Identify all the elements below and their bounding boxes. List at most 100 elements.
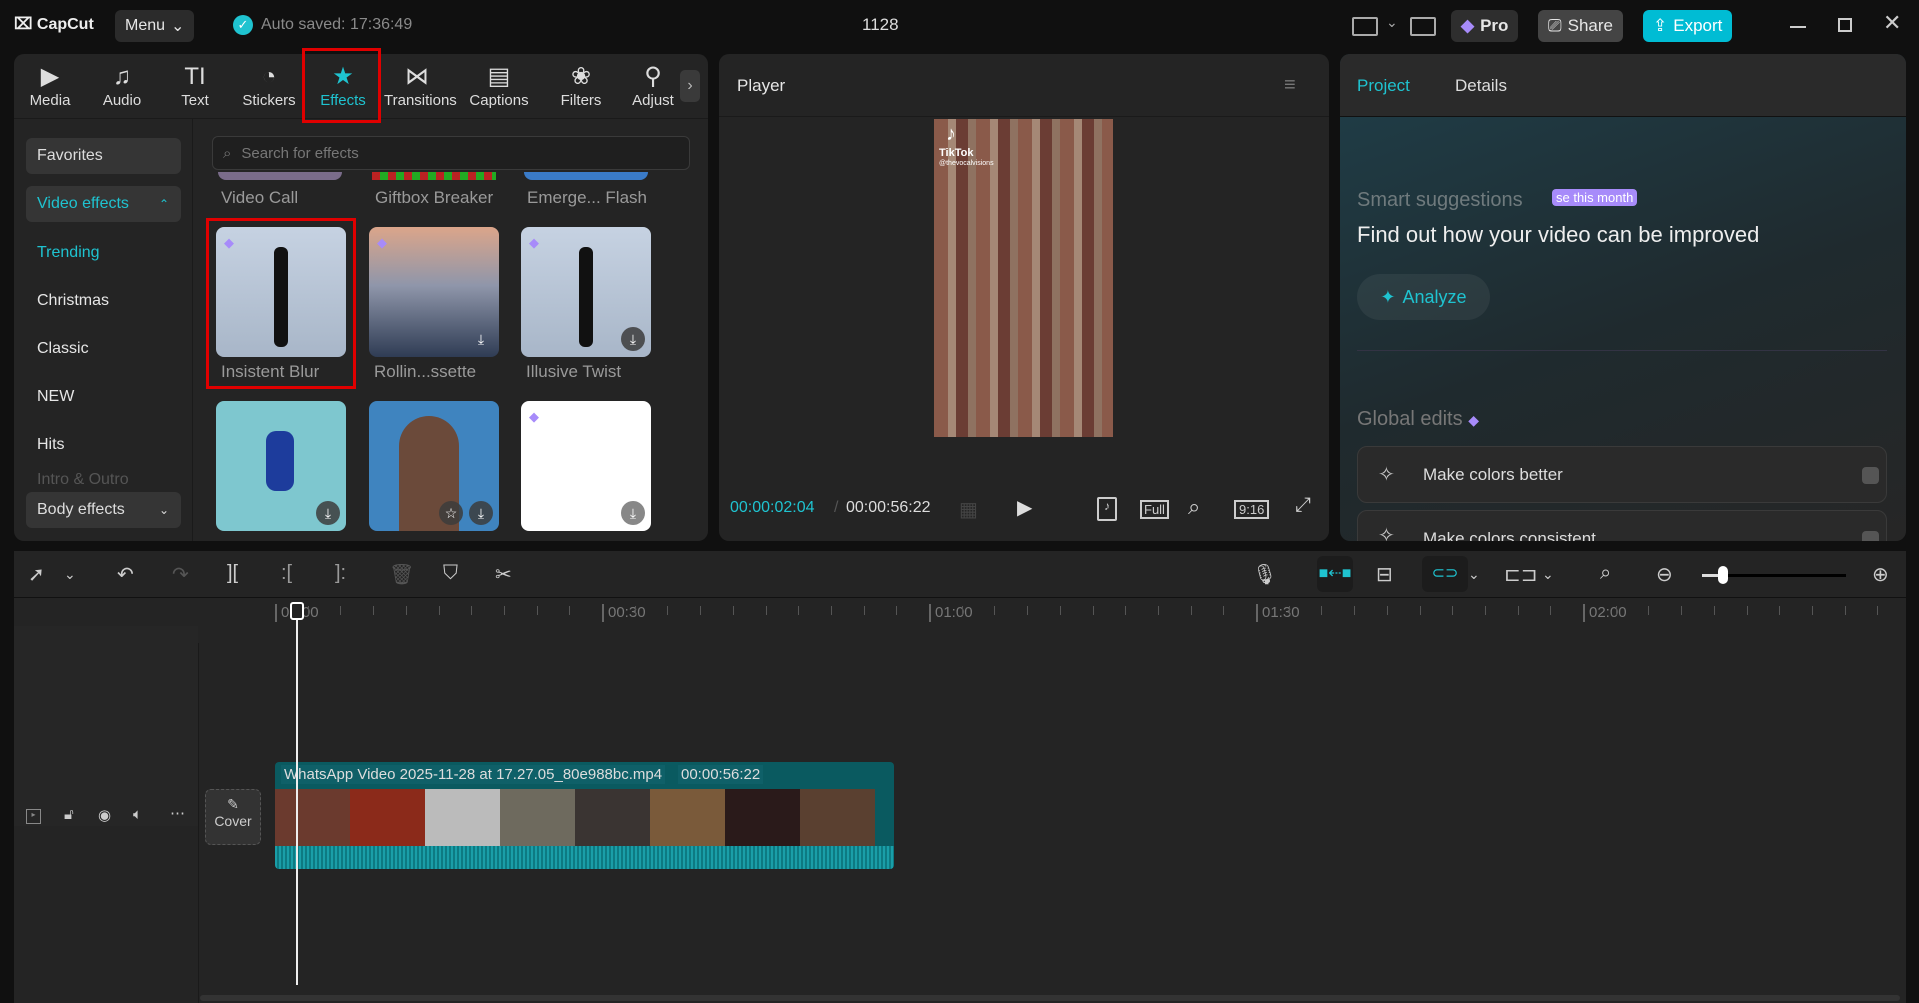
ruler-tick [1747,606,1748,615]
volume-icon[interactable]: 🔈︎ [133,806,142,823]
horizontal-scrollbar[interactable] [200,995,1900,1001]
category-new[interactable]: NEW [26,379,181,415]
effect-card-rolling-cassette[interactable]: ◆⤓ [369,227,499,357]
chevron-down-icon[interactable]: ⌄ [1386,14,1398,31]
download-icon[interactable]: ⤓ [469,327,493,351]
favorite-star-icon[interactable]: ☆ [439,501,463,525]
ruler-tick [766,606,767,615]
tabs-scroll-right-button[interactable]: › [680,70,700,102]
select-cursor-icon[interactable]: ➚ [28,562,45,587]
effect-card[interactable]: ⤓ [216,401,346,531]
pro-button[interactable]: ◆Pro [1451,10,1518,42]
share-button[interactable]: ⎚Share [1538,10,1623,42]
marker-icon[interactable]: ⛉ [443,562,458,585]
ruler-tick [994,606,995,615]
category-favorites[interactable]: Favorites [26,138,181,174]
tab-adjust[interactable]: ⚲Adjust [620,62,686,109]
ruler-tick [1681,606,1682,615]
category-hits[interactable]: Hits [26,427,181,463]
zoom-frame-icon[interactable]: ⌕ [1188,494,1200,520]
tab-media[interactable]: ▶Media [17,62,83,109]
undo-icon[interactable]: ↶ [117,562,134,587]
tab-text[interactable]: TIText [162,62,228,109]
video-preview[interactable]: ♪ TikTok @thevocalvisions [934,119,1113,437]
category-divider [192,119,193,541]
ruler-tick [733,606,734,615]
effect-card[interactable]: ◆⤓ [521,401,651,531]
zoom-out-icon[interactable]: ⊖ [1656,562,1673,587]
minimize-button[interactable] [1790,26,1806,28]
shortcuts-icon[interactable] [1410,17,1436,36]
download-icon[interactable]: ⤓ [621,327,645,351]
edit-option-make-colors-consistent[interactable]: ✧ Make colors consistent [1357,510,1887,541]
visibility-icon[interactable]: ◉ [98,806,111,824]
main-track-magnet-button[interactable]: ■⇠■ [1317,556,1353,592]
toggle-checkbox[interactable] [1862,467,1879,484]
tab-audio[interactable]: ♫Audio [89,62,155,109]
chevron-down-icon[interactable]: ⌄ [1542,566,1554,583]
download-icon[interactable]: ⤓ [621,501,645,525]
category-trending[interactable]: Trending [26,235,181,271]
edit-option-make-colors-better[interactable]: ✧ Make colors better [1357,446,1887,503]
toggle-checkbox[interactable] [1862,531,1879,541]
delete-icon[interactable]: 🗑 [389,562,414,587]
chevron-down-icon[interactable]: ⌄ [64,566,76,583]
link-button[interactable]: ⊂⊃ [1422,556,1468,592]
menu-button[interactable]: Menu⌄ [115,10,194,42]
split-right-icon[interactable]: ]: [335,562,346,585]
tiktok-icon[interactable]: ♪ [1097,497,1117,521]
preview-axis-icon[interactable]: ⊟ [1376,562,1393,587]
restore-button[interactable] [1838,18,1852,32]
split-icon[interactable]: ][ [227,562,238,585]
auto-cut-icon[interactable]: ✂ [495,562,512,587]
play-button[interactable]: ▶ [1017,495,1032,520]
tab-project[interactable]: Project [1357,76,1410,96]
chevron-down-icon[interactable]: ⌄ [1468,566,1480,583]
zoom-slider[interactable] [1702,574,1846,577]
waveform-icon[interactable]: ▦ [959,497,978,522]
analyze-button[interactable]: ✦Analyze [1357,274,1490,320]
export-button[interactable]: ⇪Export [1643,10,1732,42]
ratio-full-button[interactable]: Full [1140,500,1169,519]
selected-effect-highlight [206,218,356,389]
zoom-slider-handle[interactable] [1718,566,1728,584]
effect-card[interactable]: ☆⤓ [369,401,499,531]
fit-timeline-icon[interactable]: ⌕ [1600,562,1611,585]
lock-icon[interactable]: 🔓︎ [64,806,74,823]
search-input[interactable]: ⌕Search for effects [212,136,690,170]
top-row-thumb[interactable] [372,172,496,180]
split-left-icon[interactable]: :[ [281,562,292,585]
tab-filters[interactable]: ❀Filters [548,62,614,109]
fullscreen-icon[interactable]: ⤢ [1295,494,1311,517]
tab-captions[interactable]: ▤Captions [466,62,532,109]
effect-card-illusive-twist[interactable]: ◆⤓ [521,227,651,357]
tab-details[interactable]: Details [1455,76,1507,96]
aspect-ratio-button[interactable]: 9:16 [1234,500,1269,519]
ruler-tick [798,606,799,615]
top-row-thumb[interactable] [218,172,342,180]
tab-stickers[interactable]: ◔Stickers [236,62,302,109]
category-christmas[interactable]: Christmas [26,283,181,319]
ruler-tick [373,606,374,615]
video-clip[interactable]: WhatsApp Video 2025-11-28 at 17.27.05_80… [275,762,894,869]
more-icon[interactable]: ⋯ [170,804,185,822]
zoom-in-icon[interactable]: ⊕ [1872,562,1889,587]
layout-icon[interactable] [1352,17,1378,36]
category-body-effects[interactable]: Body effects⌄ [26,492,181,528]
split-select-icon[interactable]: ⊏⊐ [1504,562,1538,587]
category-classic[interactable]: Classic [26,331,181,367]
ruler-tick [1452,606,1453,615]
tab-transitions[interactable]: ⋈Transitions [384,62,450,109]
playhead[interactable] [296,610,298,985]
close-button[interactable]: ✕ [1883,10,1901,36]
top-row-thumb[interactable] [524,172,648,180]
category-intro-outro[interactable]: Intro & Outro [26,470,181,490]
player-menu-icon[interactable]: ≡ [1284,74,1296,97]
cover-button[interactable]: ✎Cover [205,789,261,845]
category-video-effects[interactable]: Video effects⌃ [26,186,181,222]
microphone-icon[interactable]: 🎙 [1252,562,1277,587]
playhead-handle[interactable] [290,602,304,620]
download-icon[interactable]: ⤓ [469,501,493,525]
redo-icon[interactable]: ↷ [172,562,189,587]
download-icon[interactable]: ⤓ [316,501,340,525]
